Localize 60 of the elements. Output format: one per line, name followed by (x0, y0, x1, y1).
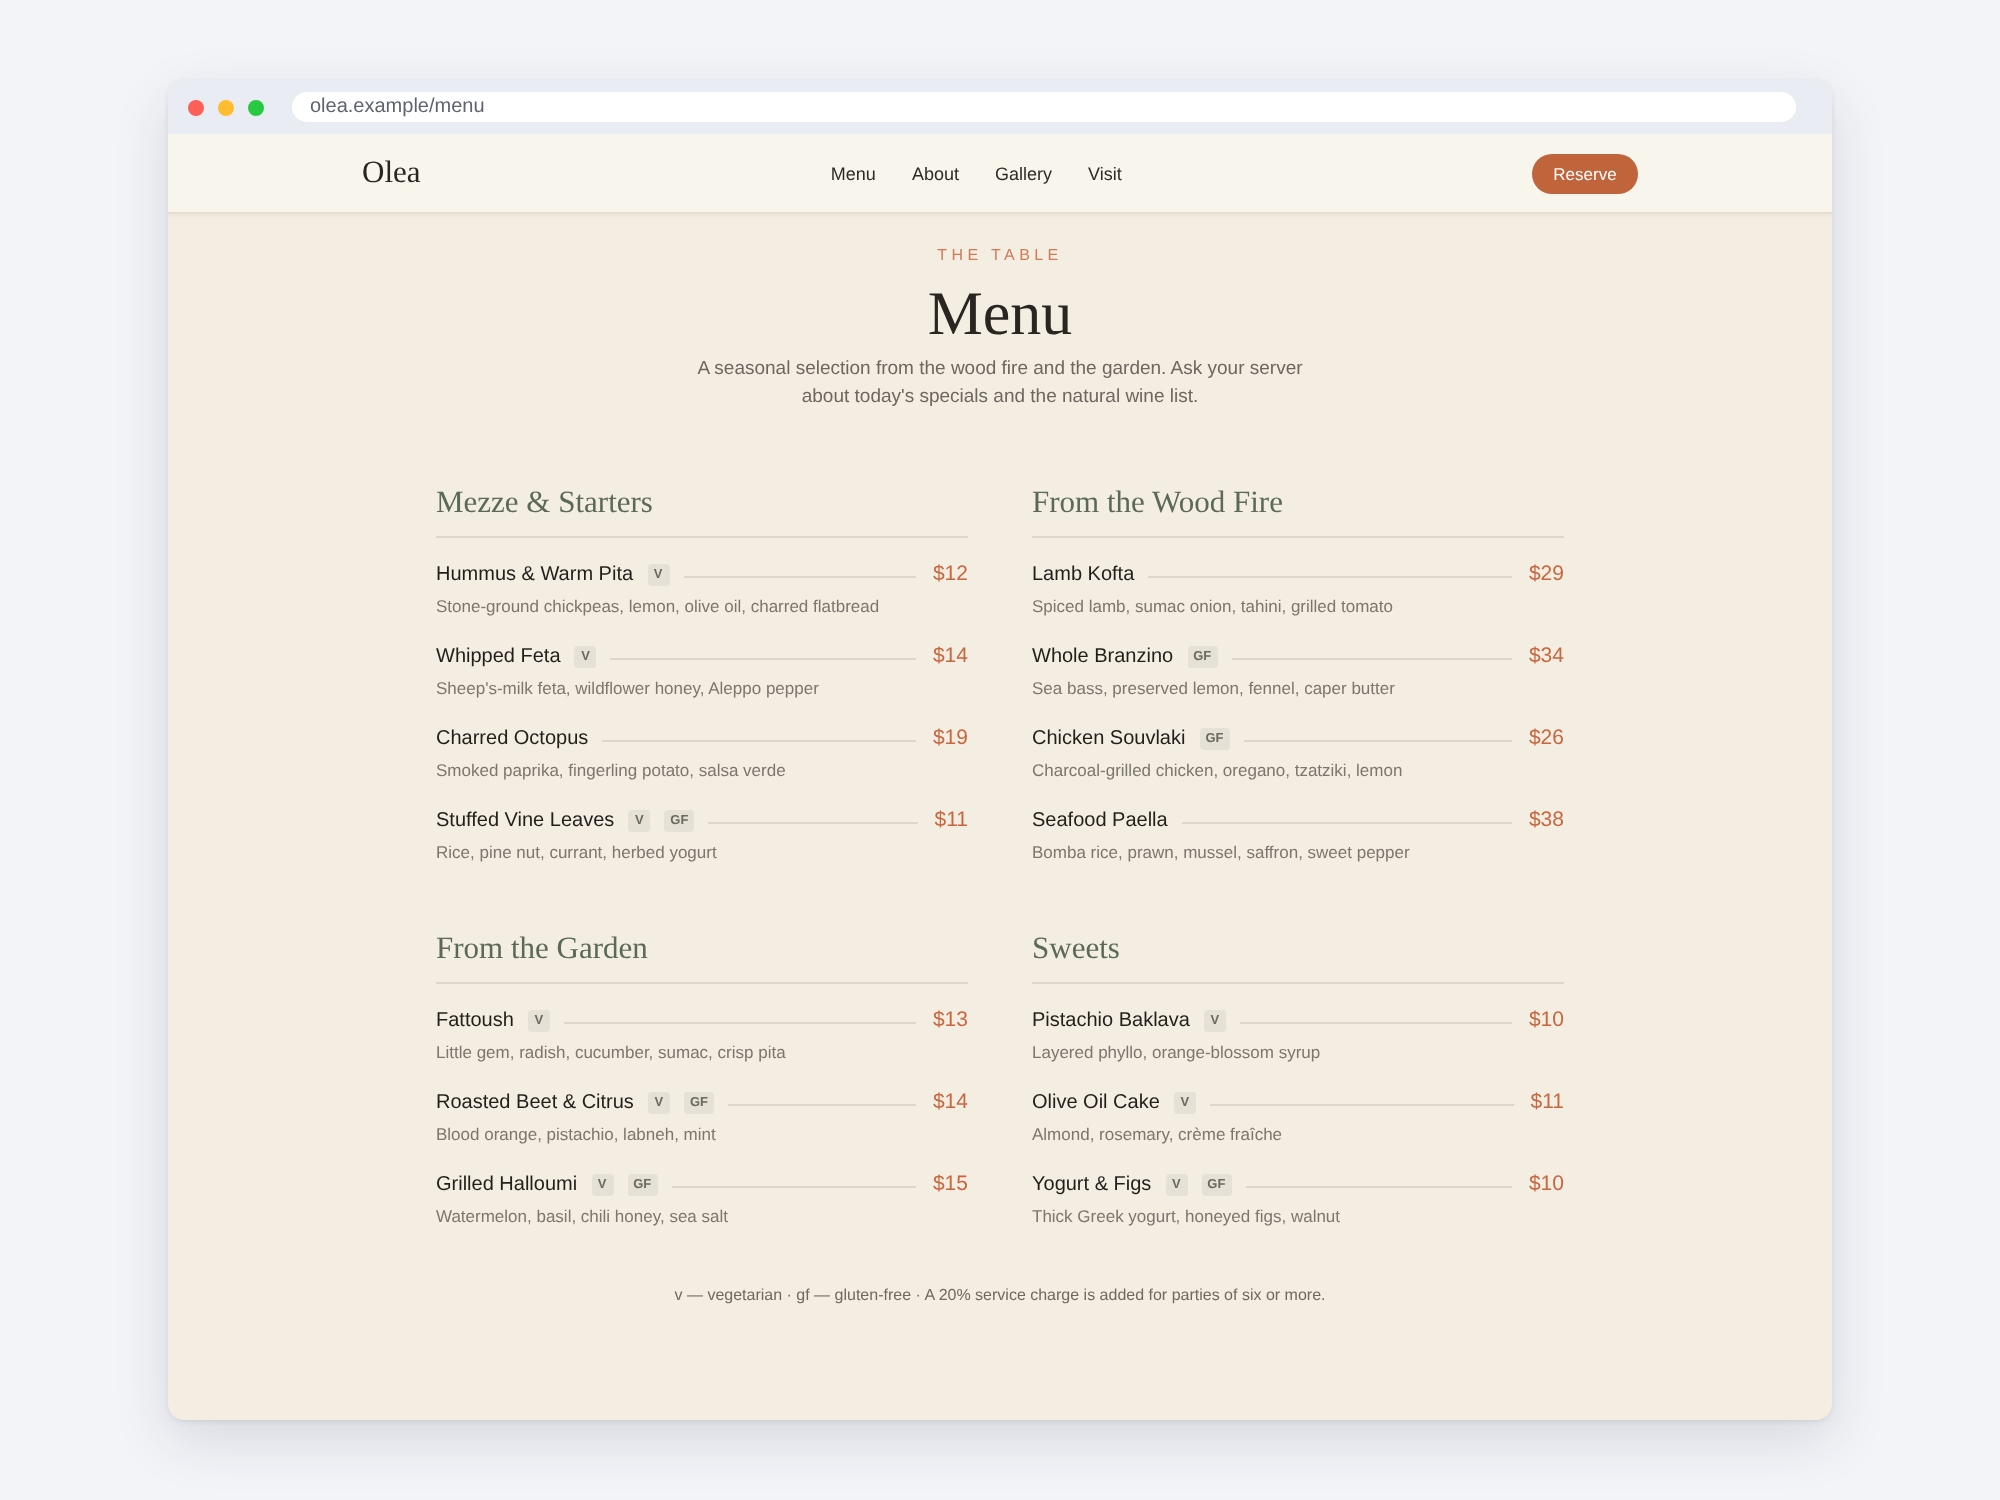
dish-price: $38 (1528, 808, 1564, 832)
dish-description: Almond, rosemary, crème fraîche (1032, 1122, 1285, 1146)
dish-price: $15 (932, 1172, 968, 1196)
dish-description: Sheep's-milk feta, wildflower honey, Aleppo pepper (436, 676, 821, 700)
dish-price: $13 (932, 1008, 968, 1032)
dish-description: Blood orange, pistachio, labneh, mint (436, 1122, 718, 1146)
dish-price: $11 (934, 808, 968, 832)
intro-text: A seasonal selection from the wood fire and the garden. Ask your server about today's specials and the natural wine list. (695, 356, 1305, 412)
dish-price: $11 (1530, 1090, 1564, 1114)
reserve-button[interactable]: Reserve (1531, 153, 1638, 193)
dish-description: Sea bass, preserved lemon, fennel, caper butter (1032, 676, 1397, 700)
dish-description: Rice, pine nut, currant, herbed yogurt (436, 840, 719, 864)
nav-link[interactable]: Gallery (994, 163, 1052, 183)
dish-description: Thick Greek yogurt, honeyed figs, walnut (1032, 1204, 1343, 1228)
dish-name: Seafood Paella (1032, 809, 1168, 831)
dish-name: Whole Branzino (1032, 645, 1174, 667)
section-title: Mezze & Starters (436, 484, 653, 524)
dish-price: $34 (1528, 644, 1564, 668)
dish-name: Grilled Halloumi (436, 1173, 578, 1195)
dish-description: Watermelon, basil, chili honey, sea salt (436, 1204, 730, 1228)
dish-price: $29 (1528, 562, 1564, 586)
section-title: Sweets (1032, 930, 1120, 970)
dish-price: $10 (1528, 1008, 1564, 1032)
dish-description: Spiced lamb, sumac onion, tahini, grilled tomato (1032, 594, 1395, 618)
close-window-icon[interactable] (188, 99, 204, 115)
dish-description: Smoked paprika, fingerling potato, salsa verde (436, 758, 788, 782)
dish-name: Lamb Kofta (1032, 563, 1135, 585)
dish-description: Bomba rice, prawn, mussel, saffron, sweet pepper (1032, 840, 1412, 864)
dish-name: Chicken Souvlaki (1032, 727, 1186, 749)
dish-price: $26 (1528, 726, 1564, 750)
dish-price: $19 (932, 726, 968, 750)
dish-name: Fattoush (436, 1009, 514, 1031)
dish-description: Layered phyllo, orange-blossom syrup (1032, 1040, 1323, 1064)
site-logo[interactable]: Olea (362, 155, 421, 191)
dish-price: $14 (932, 1090, 968, 1114)
dish-price: $10 (1528, 1172, 1564, 1196)
dish-name: Stuffed Vine Leaves (436, 809, 615, 831)
dish-name: Yogurt & Figs (1032, 1173, 1152, 1195)
page-title: Menu (927, 278, 1073, 350)
dish-description: Stone-ground chickpeas, lemon, olive oil, charred flatbread (436, 594, 882, 618)
eyebrow-label: THE TABLE (937, 246, 1063, 266)
dish-name: Roasted Beet & Citrus (436, 1091, 634, 1113)
nav-link[interactable]: Menu (830, 163, 876, 183)
dish-price: $14 (932, 644, 968, 668)
maximize-window-icon[interactable] (248, 99, 264, 115)
dish-price: $12 (932, 562, 968, 586)
dish-name: Olive Oil Cake (1032, 1091, 1160, 1113)
nav-link[interactable]: About (911, 163, 959, 183)
dish-name: Hummus & Warm Pita (436, 563, 634, 585)
dish-name: Pistachio Baklava (1032, 1009, 1190, 1031)
dish-description: Little gem, radish, cucumber, sumac, crisp pita (436, 1040, 788, 1064)
minimize-window-icon[interactable] (218, 99, 234, 115)
footnote-text: v — vegetarian · gf — gluten-free · A 20% service charge is added for parties of six or more. (674, 1286, 1326, 1306)
section-title: From the Wood Fire (1032, 484, 1283, 524)
address-bar[interactable]: olea.example/menu (292, 92, 1796, 122)
nav-link[interactable]: Visit (1087, 163, 1122, 183)
dish-name: Whipped Feta (436, 645, 561, 667)
dish-name: Charred Octopus (436, 727, 589, 749)
section-title: From the Garden (436, 930, 648, 970)
dish-description: Charcoal-grilled chicken, oregano, tzatziki, lemon (1032, 758, 1405, 782)
